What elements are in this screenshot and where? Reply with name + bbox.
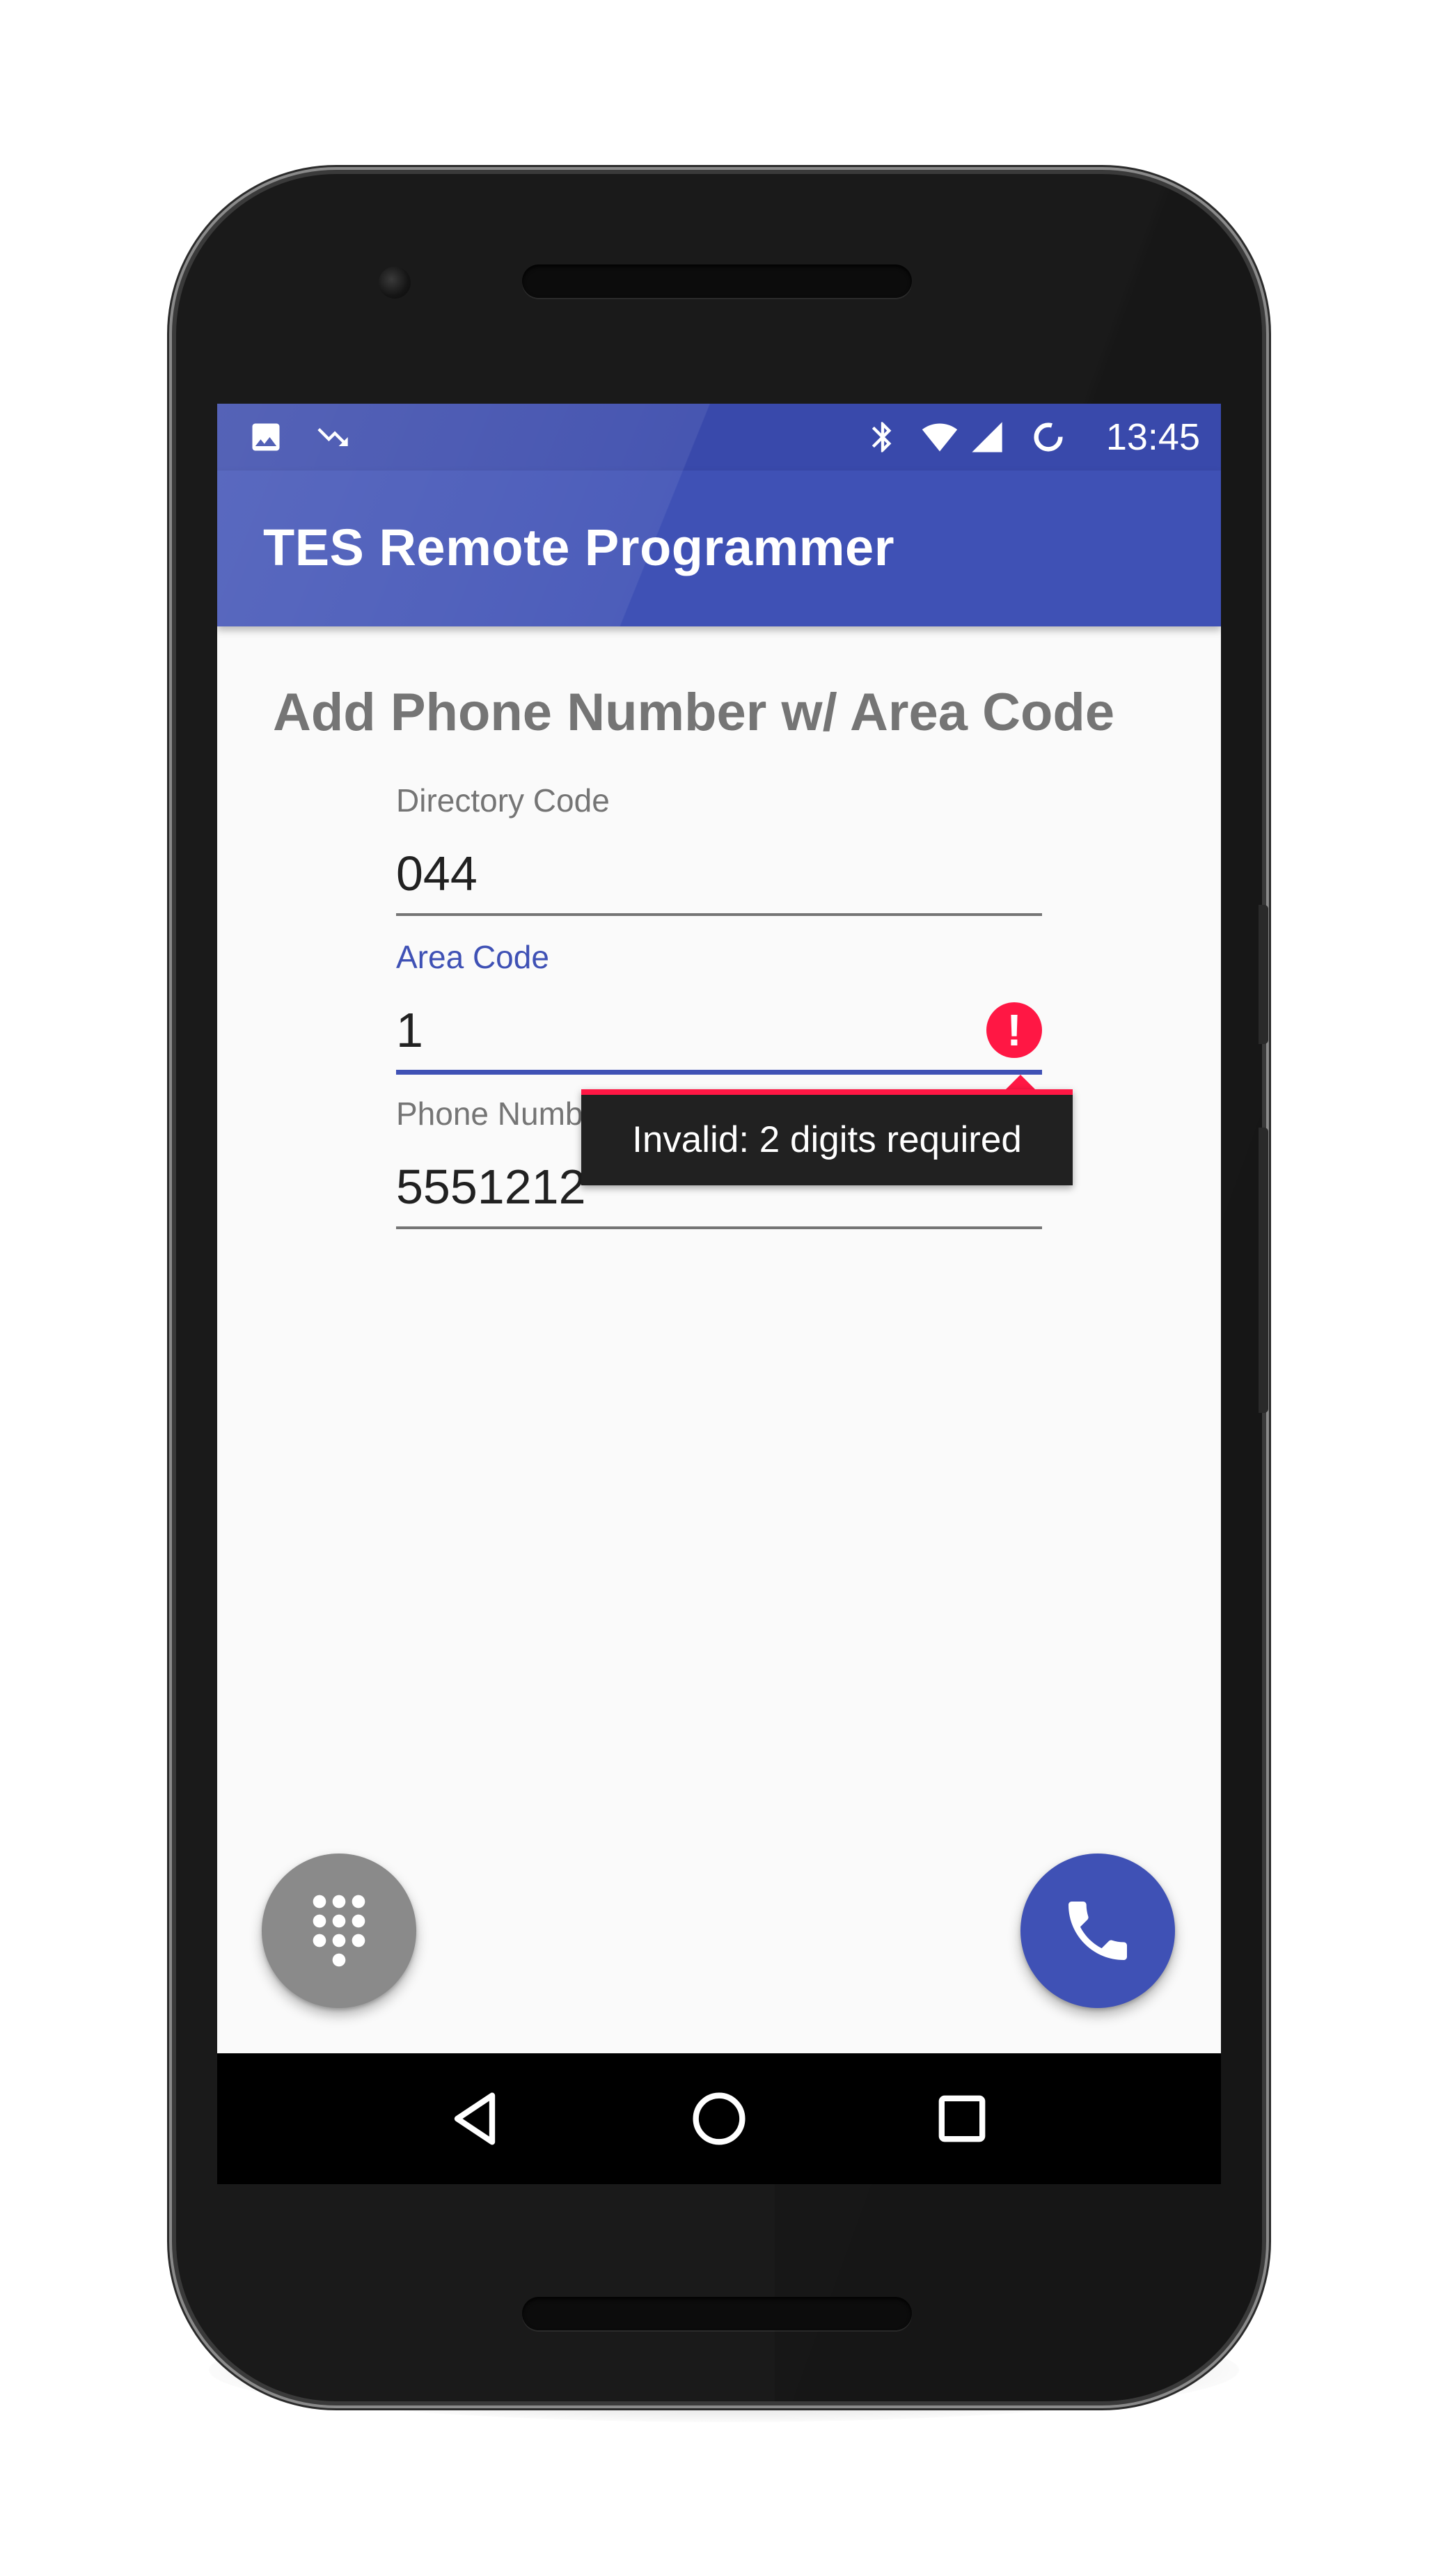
- dialpad-button[interactable]: [262, 1854, 416, 2008]
- form-heading: Add Phone Number w/ Area Code: [273, 683, 1115, 742]
- error-popup: Invalid: 2 digits required: [581, 1089, 1073, 1185]
- dialpad-icon: [313, 1895, 365, 1967]
- bottom-speaker: [522, 2297, 912, 2330]
- trending-down-icon: [317, 428, 348, 446]
- status-time: 13:45: [1105, 416, 1200, 458]
- status-bar: 13:45: [217, 404, 1221, 471]
- top-speaker: [522, 264, 912, 298]
- cell-signal-icon: [972, 422, 1002, 452]
- area-code-input[interactable]: 1: [396, 999, 1042, 1061]
- device-mockup: 13:45 TES Remote Programmer Add Phone Nu…: [0, 0, 1443, 2576]
- area-code-field[interactable]: Area Code 1: [396, 936, 1042, 1075]
- home-icon[interactable]: [684, 2084, 754, 2154]
- front-camera: [379, 267, 411, 299]
- wifi-icon: [922, 423, 958, 452]
- back-icon[interactable]: [440, 2084, 510, 2154]
- call-button[interactable]: [1020, 1854, 1175, 2008]
- sync-icon: [1034, 422, 1063, 452]
- phone-icon: [1069, 1902, 1127, 1960]
- area-code-underline: [396, 1070, 1042, 1075]
- app-title: TES Remote Programmer: [263, 519, 894, 576]
- volume-button: [1259, 1128, 1268, 1413]
- navigation-bar: [217, 2053, 1221, 2184]
- phone-number-underline: [396, 1226, 1042, 1229]
- power-button: [1259, 905, 1268, 1044]
- directory-code-underline: [396, 913, 1042, 916]
- directory-code-field[interactable]: Directory Code 044: [396, 780, 1042, 916]
- directory-code-input[interactable]: 044: [396, 842, 1042, 905]
- screen: 13:45 TES Remote Programmer Add Phone Nu…: [217, 404, 1221, 2184]
- area-code-label: Area Code: [396, 939, 549, 975]
- image-icon: [252, 423, 280, 451]
- bluetooth-icon: [872, 422, 892, 452]
- directory-code-label: Directory Code: [396, 782, 610, 819]
- error-icon: !: [986, 1002, 1042, 1058]
- recents-icon[interactable]: [927, 2084, 997, 2154]
